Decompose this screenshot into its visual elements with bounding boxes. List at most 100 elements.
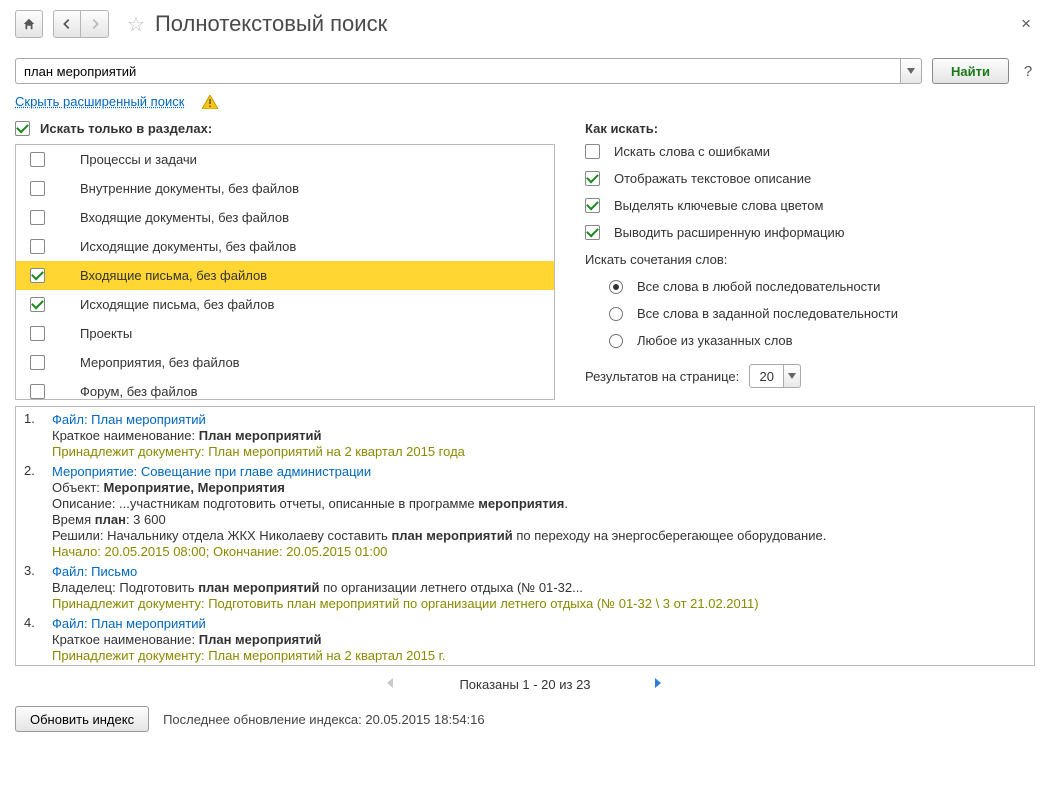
close-button[interactable]: × (1017, 14, 1035, 34)
option-checkbox[interactable] (585, 198, 600, 213)
section-label: Входящие документы, без файлов (80, 210, 289, 225)
how-search-label: Как искать: (585, 121, 1015, 136)
toolbar: ☆ Полнотекстовый поиск × (15, 10, 1035, 38)
option-label: Отображать текстовое описание (614, 171, 811, 186)
index-updated-label: Последнее обновление индекса: 20.05.2015… (163, 712, 485, 727)
result-item: 2.Мероприятие: Совещание при главе админ… (22, 463, 1028, 560)
option-label: Выделять ключевые слова цветом (614, 198, 823, 213)
search-row: Найти ? (15, 58, 1035, 84)
option-checkbox[interactable] (585, 171, 600, 186)
section-row[interactable]: Исходящие документы, без файлов (16, 232, 554, 261)
radio-button[interactable] (609, 280, 623, 294)
section-checkbox[interactable] (30, 152, 45, 167)
footer-row: Обновить индекс Последнее обновление инд… (15, 706, 1035, 732)
radio-label: Любое из указанных слов (637, 333, 793, 348)
advanced-row: Скрыть расширенный поиск (15, 94, 1035, 109)
back-button[interactable] (53, 10, 81, 38)
pager-status: Показаны 1 - 20 из 23 (459, 677, 590, 692)
section-checkbox[interactable] (30, 384, 45, 399)
section-checkbox[interactable] (30, 239, 45, 254)
home-button[interactable] (15, 10, 43, 38)
result-number: 3. (22, 563, 52, 612)
result-number: 2. (22, 463, 52, 560)
search-input[interactable] (15, 58, 900, 84)
favorite-star-icon[interactable]: ☆ (127, 12, 145, 37)
section-checkbox[interactable] (30, 326, 45, 341)
result-item: 4.Файл: План мероприятийКраткое наименов… (22, 615, 1028, 664)
section-row[interactable]: Процессы и задачи (16, 145, 554, 174)
option-row: Искать слова с ошибками (585, 144, 1015, 159)
section-checkbox[interactable] (30, 297, 45, 312)
section-label: Проекты (80, 326, 132, 341)
result-line: Владелец: Подготовить план мероприятий п… (52, 580, 1028, 595)
radio-button[interactable] (609, 307, 623, 321)
radio-button[interactable] (609, 334, 623, 348)
search-dropdown-button[interactable] (900, 58, 922, 84)
result-number: 4. (22, 615, 52, 664)
section-row[interactable]: Входящие письма, без файлов (16, 261, 554, 290)
radio-label: Все слова в заданной последовательности (637, 306, 898, 321)
result-meta: Принадлежит документу: План мероприятий … (52, 444, 1028, 459)
section-row[interactable]: Проекты (16, 319, 554, 348)
pager: Показаны 1 - 20 из 23 (15, 676, 1035, 692)
option-row: Выводить расширенную информацию (585, 225, 1015, 240)
result-line: Решили: Начальнику отдела ЖКХ Николаеву … (52, 528, 1028, 543)
page-prev-button[interactable] (383, 676, 399, 692)
section-checkbox[interactable] (30, 268, 45, 283)
option-row: Выделять ключевые слова цветом (585, 198, 1015, 213)
section-row[interactable]: Форум, без файлов (16, 377, 554, 400)
radio-row: Все слова в заданной последовательности (609, 306, 1015, 321)
page-title: Полнотекстовый поиск (155, 11, 387, 37)
section-label: Внутренние документы, без файлов (80, 181, 299, 196)
section-row[interactable]: Исходящие письма, без файлов (16, 290, 554, 319)
help-button[interactable]: ? (1021, 63, 1035, 80)
update-index-button[interactable]: Обновить индекс (15, 706, 149, 732)
result-title-link[interactable]: Файл: План мероприятий (52, 412, 206, 427)
result-meta: Принадлежит документу: Подготовить план … (52, 596, 1028, 611)
per-page-dropdown-button[interactable] (783, 364, 801, 388)
result-item: 3.Файл: ПисьмоВладелец: Подготовить план… (22, 563, 1028, 612)
section-label: Мероприятия, без файлов (80, 355, 240, 370)
toggle-advanced-link[interactable]: Скрыть расширенный поиск (15, 94, 184, 109)
section-label: Процессы и задачи (80, 152, 197, 167)
per-page-select[interactable]: 20 (749, 364, 801, 388)
section-checkbox[interactable] (30, 210, 45, 225)
section-row[interactable]: Входящие документы, без файлов (16, 203, 554, 232)
section-label: Исходящие документы, без файлов (80, 239, 296, 254)
section-label: Форум, без файлов (80, 384, 198, 399)
per-page-label: Результатов на странице: (585, 369, 739, 384)
option-checkbox[interactable] (585, 225, 600, 240)
section-row[interactable]: Внутренние документы, без файлов (16, 174, 554, 203)
sections-list[interactable]: Процессы и задачи Внутренние документы, б… (15, 144, 555, 400)
option-row: Отображать текстовое описание (585, 171, 1015, 186)
sections-label-row: Искать только в разделах: (15, 121, 555, 136)
result-title-link[interactable]: Мероприятие: Совещание при главе админис… (52, 464, 371, 479)
result-line: Время план: 3 600 (52, 512, 1028, 527)
option-label: Выводить расширенную информацию (614, 225, 844, 240)
option-checkbox[interactable] (585, 144, 600, 159)
result-meta: Начало: 20.05.2015 08:00; Окончание: 20.… (52, 544, 1028, 559)
word-combo-label: Искать сочетания слов: (585, 252, 1015, 267)
forward-button[interactable] (81, 10, 109, 38)
radio-row: Все слова в любой последовательности (609, 279, 1015, 294)
find-button[interactable]: Найти (932, 58, 1009, 84)
section-label: Входящие письма, без файлов (80, 268, 267, 283)
option-label: Искать слова с ошибками (614, 144, 770, 159)
result-line: Краткое наименование: План мероприятий (52, 632, 1028, 647)
radio-row: Любое из указанных слов (609, 333, 1015, 348)
warning-icon (202, 95, 218, 109)
result-line: Объект: Мероприятие, Мероприятия (52, 480, 1028, 495)
radio-label: Все слова в любой последовательности (637, 279, 880, 294)
result-title-link[interactable]: Файл: Письмо (52, 564, 137, 579)
section-checkbox[interactable] (30, 181, 45, 196)
sections-label: Искать только в разделах: (40, 121, 212, 136)
section-label: Исходящие письма, без файлов (80, 297, 274, 312)
section-row[interactable]: Мероприятия, без файлов (16, 348, 554, 377)
result-line: Описание: ...участникам подготовить отче… (52, 496, 1028, 511)
result-line: Краткое наименование: План мероприятий (52, 428, 1028, 443)
search-only-sections-checkbox[interactable] (15, 121, 30, 136)
section-checkbox[interactable] (30, 355, 45, 370)
page-next-button[interactable] (651, 676, 667, 692)
result-title-link[interactable]: Файл: План мероприятий (52, 616, 206, 631)
results-list[interactable]: 1.Файл: План мероприятийКраткое наименов… (15, 406, 1035, 666)
